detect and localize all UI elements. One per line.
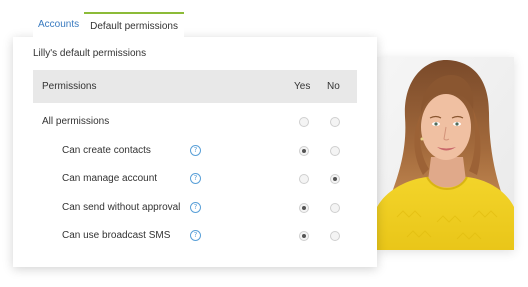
manage-account-yes-radio[interactable] bbox=[299, 174, 309, 184]
permissions-tabs: Accounts Default permissions bbox=[33, 11, 184, 37]
permission-row-send-without-approval: Can send without approval ? bbox=[33, 200, 357, 216]
table-header: Permissions Yes No bbox=[33, 70, 357, 103]
permission-label: Can use broadcast SMS bbox=[62, 230, 171, 241]
all-permissions-yes-radio[interactable] bbox=[299, 117, 309, 127]
header-yes: Yes bbox=[294, 81, 311, 92]
permission-label: Can manage account bbox=[62, 173, 158, 184]
broadcast-sms-no-radio[interactable] bbox=[330, 231, 340, 241]
question-circle-icon[interactable]: ? bbox=[190, 145, 201, 156]
send-without-approval-no-radio[interactable] bbox=[330, 203, 340, 213]
permission-row-manage-account: Can manage account ? bbox=[33, 171, 357, 187]
permission-label: Can send without approval bbox=[62, 202, 181, 213]
user-photo bbox=[377, 57, 514, 250]
permission-label: All permissions bbox=[42, 116, 110, 127]
permission-row-broadcast-sms: Can use broadcast SMS ? bbox=[33, 228, 357, 244]
header-permissions: Permissions bbox=[42, 81, 97, 92]
question-circle-icon[interactable]: ? bbox=[190, 230, 201, 241]
send-without-approval-yes-radio[interactable] bbox=[299, 203, 309, 213]
tab-default-permissions[interactable]: Default permissions bbox=[84, 12, 184, 37]
create-contacts-yes-radio[interactable] bbox=[299, 146, 309, 156]
all-permissions-no-radio[interactable] bbox=[330, 117, 340, 127]
card-title: Lilly's default permissions bbox=[33, 48, 147, 59]
tab-accounts[interactable]: Accounts bbox=[33, 12, 85, 37]
manage-account-no-radio[interactable] bbox=[330, 174, 340, 184]
header-no: No bbox=[327, 81, 340, 92]
permission-label: Can create contacts bbox=[62, 145, 151, 156]
question-circle-icon[interactable]: ? bbox=[190, 173, 201, 184]
question-circle-icon[interactable]: ? bbox=[190, 202, 201, 213]
broadcast-sms-yes-radio[interactable] bbox=[299, 231, 309, 241]
create-contacts-no-radio[interactable] bbox=[330, 146, 340, 156]
permission-row-create-contacts: Can create contacts ? bbox=[33, 143, 357, 159]
permissions-card: Lilly's default permissions Permissions … bbox=[13, 37, 377, 267]
permission-row-all: All permissions bbox=[33, 114, 357, 130]
